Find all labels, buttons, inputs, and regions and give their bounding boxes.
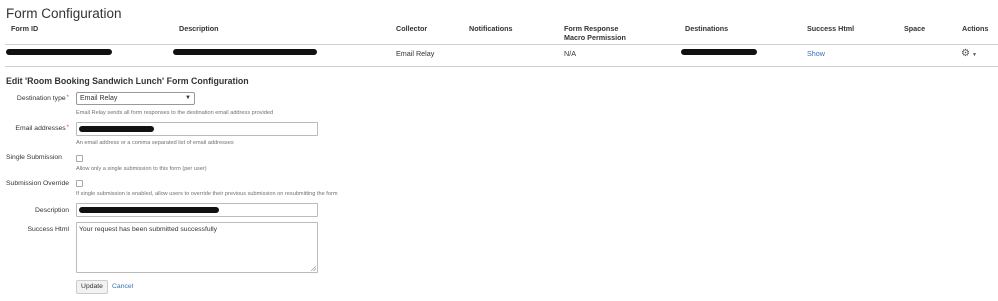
redacted-destinations xyxy=(681,49,757,55)
redacted-form-id xyxy=(6,49,112,55)
redacted-email-value xyxy=(79,126,154,132)
chevron-down-icon[interactable]: ▼ xyxy=(972,52,977,58)
description-input[interactable] xyxy=(76,203,318,217)
email-addresses-label: Email addresses* xyxy=(15,125,69,132)
destination-type-label: Destination type* xyxy=(16,95,69,102)
redacted-description xyxy=(173,49,317,55)
show-success-html-link[interactable]: Show xyxy=(807,49,825,58)
column-header-notifications: Notifications xyxy=(469,24,513,33)
table-header-divider xyxy=(5,44,998,45)
column-header-success-html: Success Html xyxy=(807,24,855,33)
column-header-space: Space xyxy=(904,24,926,33)
required-marker: * xyxy=(66,95,69,101)
cancel-link[interactable]: Cancel xyxy=(112,283,133,290)
dropdown-arrow-icon: ▼ xyxy=(185,95,191,101)
table-row-divider xyxy=(5,66,998,67)
single-submission-label: Single Submission xyxy=(6,154,62,161)
email-addresses-input[interactable] xyxy=(76,122,318,136)
success-html-textarea[interactable]: Your request has been submitted successf… xyxy=(76,222,318,273)
submission-override-label: Submission Override xyxy=(6,180,70,187)
gear-icon[interactable]: ⚙ xyxy=(961,49,970,59)
column-header-macro-permission: Macro Permission xyxy=(564,33,626,42)
submission-override-help: If single submission is enabled, allow u… xyxy=(76,191,338,197)
update-button[interactable]: Update xyxy=(76,280,108,294)
column-header-form-response: Form Response xyxy=(564,24,619,33)
single-submission-help: Allow only a single submission to this f… xyxy=(76,166,207,172)
email-addresses-help: An email address or a comma separated li… xyxy=(76,140,234,146)
description-label: Description xyxy=(35,207,69,214)
page-title: Form Configuration xyxy=(6,6,122,21)
required-marker: * xyxy=(66,125,69,131)
single-submission-checkbox[interactable] xyxy=(76,155,83,162)
success-html-value: Your request has been submitted successf… xyxy=(79,226,218,233)
submission-override-checkbox[interactable] xyxy=(76,180,83,187)
resize-handle-icon[interactable] xyxy=(311,266,316,271)
destination-type-select[interactable]: Email Relay ▼ xyxy=(76,92,195,105)
edit-form-heading: Edit 'Room Booking Sandwich Lunch' Form … xyxy=(6,76,249,86)
row-form-response: N/A xyxy=(564,49,576,58)
success-html-label: Success Html xyxy=(27,226,69,233)
column-header-collector: Collector xyxy=(396,24,428,33)
destination-type-value: Email Relay xyxy=(80,95,118,102)
column-header-description: Description xyxy=(179,24,219,33)
column-header-form-id: Form ID xyxy=(11,24,39,33)
column-header-actions: Actions xyxy=(962,24,989,33)
row-collector: Email Relay xyxy=(396,49,435,58)
redacted-description-value xyxy=(79,207,219,213)
column-header-destinations: Destinations xyxy=(685,24,729,33)
destination-type-help: Email Relay sends all form responses to … xyxy=(76,110,274,116)
